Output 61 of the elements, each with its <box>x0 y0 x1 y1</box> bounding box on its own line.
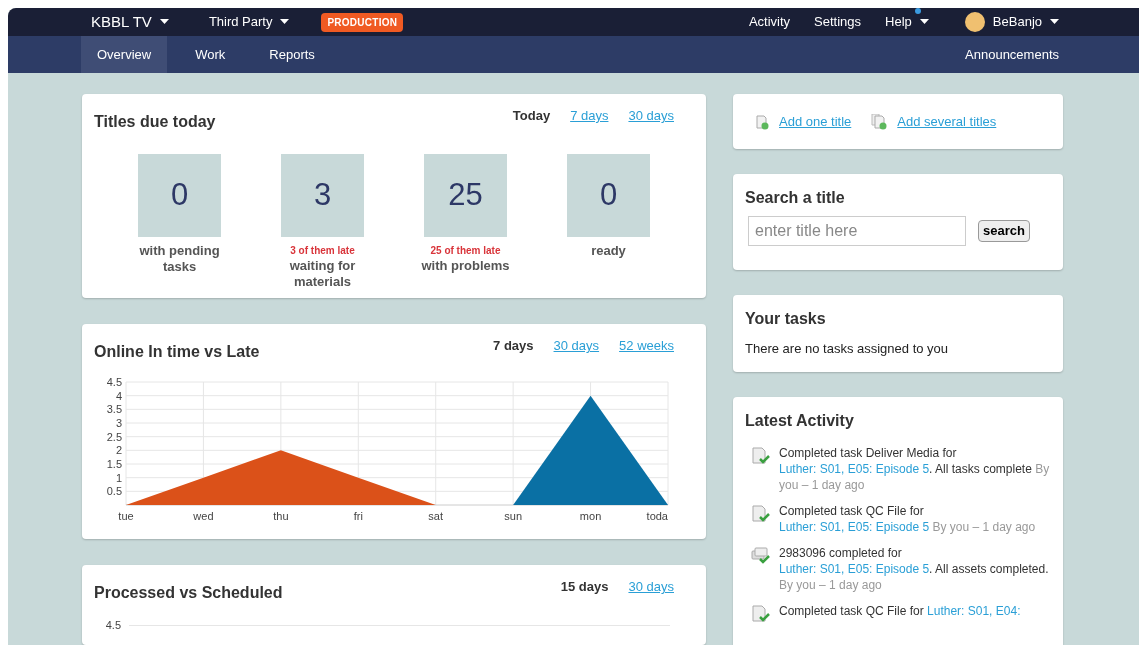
stat-tile: 0 <box>138 154 221 237</box>
y-tick-label: 1.5 <box>106 458 122 470</box>
x-tick-label: fri <box>353 510 363 522</box>
y-tick-label: 4.5 <box>106 376 122 388</box>
activity-text: Completed task QC File for Luther: S01, E05: Episode 5 By you – 1 day ago <box>779 503 1037 535</box>
x-tick-label: sat <box>428 510 444 522</box>
late-note: 25 of them late <box>430 244 501 258</box>
stat-label: ready <box>590 243 627 259</box>
document-check-icon <box>751 505 771 523</box>
y-tick-label: 0.5 <box>106 485 122 498</box>
activity-text: Completed task Deliver Media for Luther: S01, E05: Episode 5. All tasks complete By you – 1 day ago <box>779 445 1051 493</box>
top-menu-item[interactable]: Settings <box>814 12 862 32</box>
workspace-menu[interactable]: Third Party <box>208 12 290 32</box>
y-tick-label: 2.5 <box>106 430 122 443</box>
stat-label: with problems <box>420 258 511 274</box>
avatar-icon <box>964 12 985 33</box>
card-title: Titles due today <box>94 112 216 132</box>
stat-label: with pending tasks <box>138 243 221 275</box>
x-tick-label: thu <box>273 510 289 522</box>
user-menu[interactable]: BeBanjo <box>992 12 1059 32</box>
document-check-icon <box>751 447 771 465</box>
card-title: Your tasks <box>745 309 827 329</box>
boxes-check-icon <box>751 547 771 565</box>
card-title: Search a title <box>745 188 846 208</box>
stat-tile: 3 <box>281 154 364 237</box>
y-tick-label: 3.5 <box>106 403 122 416</box>
card-title: Processed vs Scheduled <box>94 583 283 603</box>
account-menu[interactable]: KBBL TV <box>91 10 169 34</box>
y-tick-label: 4.5 <box>104 618 121 633</box>
period-tab[interactable]: 15 days <box>560 577 609 597</box>
y-tick-label: 2 <box>115 444 122 457</box>
top-menu-item[interactable]: Activity <box>748 12 791 32</box>
x-tick-label: sun <box>504 510 522 522</box>
empty-message: There are no tasks assigned to you <box>745 340 950 358</box>
nav-tab[interactable]: Overview <box>81 36 168 73</box>
activity-text: Completed task QC File for Luther: S01, E04: <box>779 603 1021 620</box>
x-tick-label: wed <box>193 510 214 522</box>
nav-tab[interactable]: Reports <box>253 36 331 73</box>
x-tick-label: toda <box>646 510 668 522</box>
x-tick-label: tue <box>118 510 134 522</box>
card-title: Latest Activity <box>745 411 855 431</box>
add-document-icon <box>753 113 771 130</box>
environment-badge: PRODUCTION <box>321 12 404 32</box>
search-field[interactable]: enter title here <box>748 216 966 246</box>
stat-tile: 25 <box>424 154 507 237</box>
nav-tab[interactable]: Work <box>179 36 242 73</box>
search-button[interactable]: search <box>978 220 1030 242</box>
y-tick-label: 1 <box>115 471 122 484</box>
activity-text: 2983096 completed for Luther: S01, E05: Episode 5. All assets completed. By you – 1 day ago <box>779 545 1050 593</box>
card-title: Online In time vs Late <box>94 342 260 362</box>
period-tab[interactable]: Today <box>512 106 551 126</box>
document-check-icon <box>751 605 771 623</box>
stat-tile: 0 <box>567 154 650 237</box>
x-tick-label: mon <box>579 510 602 522</box>
stat-label: waiting for materials <box>288 258 357 290</box>
y-tick-label: 3 <box>115 417 122 429</box>
y-tick-label: 4 <box>115 389 122 402</box>
late-note: 3 of them late <box>290 244 355 258</box>
period-tab[interactable]: 7 days <box>493 336 534 356</box>
top-menu-item[interactable]: Help <box>885 12 929 32</box>
announcements-link[interactable]: Announcements <box>965 44 1059 65</box>
